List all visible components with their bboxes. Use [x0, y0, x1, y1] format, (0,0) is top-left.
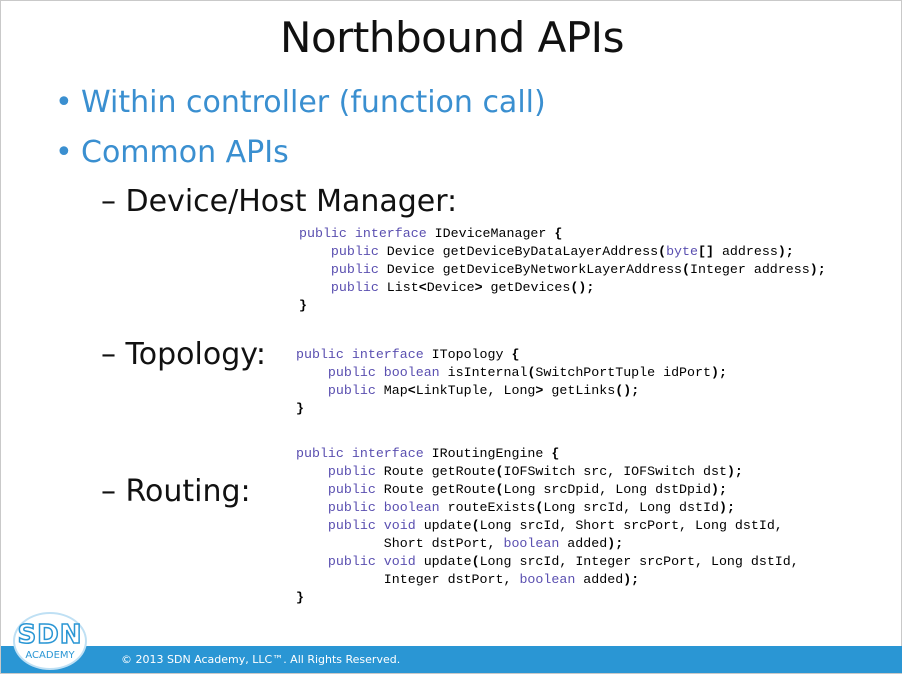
code-line: public boolean isInternal(SwitchPortTupl… [327, 365, 727, 380]
code-line: } [296, 590, 304, 605]
code-line: Integer dstPort, boolean added); [296, 572, 640, 587]
code-line: public Device getDeviceByNetworkLayerAdd… [330, 262, 826, 277]
code-line: public interface IRoutingEngine { [296, 446, 560, 461]
sdn-academy-logo: SDN ACADEMY [7, 612, 93, 670]
subitem-device-host-manager: – Device/Host Manager: [101, 184, 458, 219]
copyright-text: © 2013 SDN Academy, LLC™. All Rights Res… [121, 653, 401, 666]
code-block-topology: public interface ITopology { public bool… [296, 346, 727, 418]
bullet-common-apis: • Common APIs [55, 135, 289, 170]
bullet-dot-icon: • [55, 85, 73, 120]
code-block-routing: public interface IRoutingEngine { public… [296, 445, 799, 607]
code-block-device-manager: public interface IDeviceManager { public… [299, 225, 826, 315]
bullet-dot-icon: • [55, 135, 73, 170]
subitem-routing: – Routing: [101, 474, 251, 509]
logo-sub-text: ACADEMY [25, 650, 75, 661]
code-line: public Route getRoute(Long srcDpid, Long… [327, 482, 727, 497]
bullet-text: Within controller (function call) [81, 85, 546, 120]
code-line: public Route getRoute(IOFSwitch src, IOF… [327, 464, 743, 479]
code-line: public void update(Long srcId, Integer s… [327, 554, 799, 569]
code-line: public interface ITopology { [296, 347, 520, 362]
bullet-within-controller: • Within controller (function call) [55, 85, 546, 120]
code-line: public List<Device> getDevices(); [330, 280, 595, 295]
code-line: } [296, 401, 304, 416]
logo-main-text: SDN [17, 619, 83, 651]
code-line: public void update(Long srcId, Short src… [327, 518, 783, 533]
subitem-topology: – Topology: [101, 337, 266, 372]
bullet-text: Common APIs [81, 135, 289, 170]
code-line: Short dstPort, boolean added); [296, 536, 624, 551]
code-line: public boolean routeExists(Long srcId, L… [327, 500, 735, 515]
code-line: public interface IDeviceManager { [299, 226, 563, 241]
slide-title: Northbound APIs [280, 13, 624, 62]
code-line: public Map<LinkTuple, Long> getLinks(); [327, 383, 640, 398]
footer-bar: © 2013 SDN Academy, LLC™. All Rights Res… [1, 646, 902, 673]
code-line: } [299, 298, 307, 313]
code-line: public Device getDeviceByDataLayerAddres… [330, 244, 794, 259]
